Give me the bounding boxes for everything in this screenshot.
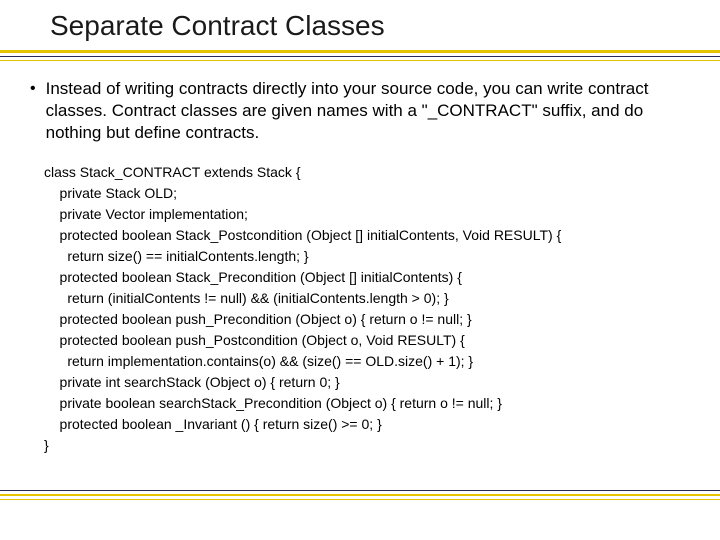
decor-line (0, 490, 720, 491)
bullet-text: Instead of writing contracts directly in… (46, 78, 690, 144)
bullet-item: • Instead of writing contracts directly … (30, 78, 690, 144)
slide-title: Separate Contract Classes (50, 10, 720, 42)
decor-line (0, 60, 720, 61)
slide-body: • Instead of writing contracts directly … (30, 78, 690, 456)
decor-line (0, 50, 720, 53)
title-underline (0, 50, 720, 68)
bottom-underline (0, 490, 720, 504)
slide: Separate Contract Classes • Instead of w… (0, 0, 720, 540)
decor-line (0, 499, 720, 500)
decor-line (0, 56, 720, 57)
code-block: class Stack_CONTRACT extends Stack { pri… (44, 162, 690, 456)
decor-line (0, 494, 720, 496)
bullet-icon: • (30, 78, 36, 100)
title-area: Separate Contract Classes (0, 0, 720, 42)
